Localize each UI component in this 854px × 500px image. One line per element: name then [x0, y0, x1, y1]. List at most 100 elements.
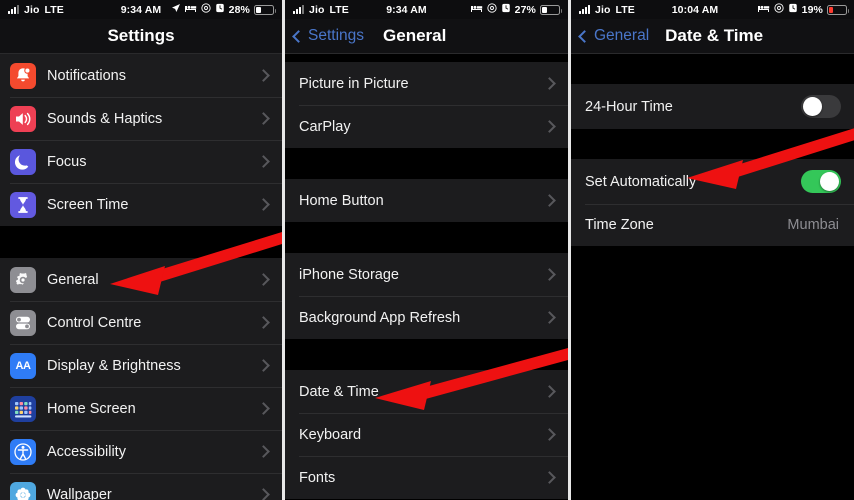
date-time-group-1: 24-Hour Time [571, 84, 854, 129]
general-group-1: Picture in Picture CarPlay [285, 62, 568, 148]
page-title: General [383, 26, 447, 45]
chevron-right-icon [257, 445, 270, 458]
status-bar: Jio LTE 10:04 AM 19% [571, 0, 854, 19]
list-item-label: Date & Time [299, 383, 379, 400]
location-arrow-icon [171, 3, 181, 16]
list-item-carplay[interactable]: CarPlay [285, 105, 568, 148]
sidebar-item-sounds-haptics[interactable]: Sounds & Haptics [0, 97, 282, 140]
sidebar-item-accessibility[interactable]: Accessibility [0, 430, 282, 473]
general-list: Picture in Picture CarPlay Home Button i… [285, 54, 568, 499]
sidebar-item-screen-time[interactable]: Screen Time [0, 183, 282, 226]
back-button[interactable]: Settings [285, 27, 364, 45]
sidebar-item-display-brightness[interactable]: AA Display & Brightness [0, 344, 282, 387]
list-item-fonts[interactable]: Fonts [285, 456, 568, 499]
sidebar-item-focus[interactable]: Focus [0, 140, 282, 183]
chevron-right-icon [543, 385, 556, 398]
sleep-bed-icon [184, 4, 197, 16]
signal-bars-icon [579, 5, 590, 14]
chevron-right-icon [257, 112, 270, 125]
sidebar-item-general[interactable]: General [0, 258, 282, 301]
chevron-right-icon [543, 428, 556, 441]
battery-percent-label: 27% [514, 3, 536, 16]
list-item-keyboard[interactable]: Keyboard [285, 413, 568, 456]
toggle-set-automatically[interactable] [801, 170, 841, 193]
list-item-picture-in-picture[interactable]: Picture in Picture [285, 62, 568, 105]
list-item-24-hour-time[interactable]: 24-Hour Time [571, 84, 854, 129]
accessibility-person-icon [10, 438, 36, 465]
sidebar-item-label: Control Centre [47, 314, 142, 331]
network-type-label: LTE [615, 3, 635, 16]
three-phone-screenshots: Jio LTE 9:34 AM 28% Settings Notificatio… [0, 0, 854, 500]
sidebar-item-label: Focus [47, 153, 87, 170]
back-button[interactable]: General [571, 27, 649, 45]
sidebar-item-label: General [47, 271, 99, 288]
list-item-home-button[interactable]: Home Button [285, 179, 568, 222]
alarm-clock-icon [215, 3, 225, 16]
group-separator [285, 339, 568, 370]
alarm-clock-icon [501, 3, 511, 16]
at-sign-icon [201, 3, 211, 16]
at-sign-icon [487, 3, 497, 16]
chevron-right-icon [543, 77, 556, 90]
list-item-set-automatically[interactable]: Set Automatically [571, 159, 854, 204]
chevron-right-icon [543, 311, 556, 324]
settings-list: Notifications Sounds & Haptics Focus Scr… [0, 54, 282, 500]
network-type-label: LTE [44, 3, 64, 16]
chevron-right-icon [543, 120, 556, 133]
sleep-bed-icon [757, 4, 770, 16]
status-bar-right: 27% [470, 3, 562, 16]
group-separator [285, 148, 568, 179]
back-button-label: General [594, 27, 650, 44]
general-gear-icon [10, 266, 36, 293]
status-bar-left: Jio LTE [579, 4, 635, 16]
carrier-label: Jio [24, 3, 40, 16]
at-sign-icon [774, 3, 784, 16]
sidebar-item-control-centre[interactable]: Control Centre [0, 301, 282, 344]
chevron-right-icon [257, 155, 270, 168]
status-bar-left: Jio LTE [8, 4, 64, 16]
chevron-left-icon [292, 29, 305, 43]
chevron-right-icon [257, 488, 270, 500]
speaker-volume-icon [10, 105, 36, 132]
settings-group-2: General Control Centre AA Display & Brig… [0, 258, 282, 500]
list-item-date-and-time[interactable]: Date & Time [285, 370, 568, 413]
list-item-label: Background App Refresh [299, 309, 461, 326]
list-item-label: 24-Hour Time [585, 98, 673, 115]
chevron-right-icon [543, 194, 556, 207]
date-time-group-2: Set Automatically Time Zone Mumbai [571, 159, 854, 246]
toggle-knob [819, 171, 840, 192]
chevron-right-icon [257, 69, 270, 82]
sidebar-item-label: Accessibility [47, 443, 126, 460]
sidebar-item-wallpaper[interactable]: Wallpaper [0, 473, 282, 500]
notifications-bell-icon [10, 62, 36, 89]
status-bar: Jio LTE 9:34 AM 27% [285, 0, 568, 19]
sidebar-item-notifications[interactable]: Notifications [0, 54, 282, 97]
status-bar-right: 28% [171, 3, 276, 16]
battery-percent-label: 19% [801, 3, 823, 16]
wallpaper-flower-icon [10, 481, 36, 500]
list-item-iphone-storage[interactable]: iPhone Storage [285, 253, 568, 296]
sidebar-item-label: Screen Time [47, 196, 129, 213]
list-item-label: Picture in Picture [299, 75, 409, 92]
phone-screen-date-and-time: Jio LTE 10:04 AM 19% General Date & Time… [571, 0, 854, 500]
list-top-gap [285, 54, 568, 62]
toggle-24-hour-time[interactable] [801, 95, 841, 118]
display-aa-icon: AA [10, 352, 36, 379]
nav-bar: General Date & Time [571, 19, 854, 54]
chevron-right-icon [257, 198, 270, 211]
chevron-right-icon [543, 471, 556, 484]
battery-icon [827, 4, 849, 15]
toggle-knob [802, 96, 823, 117]
group-separator [285, 222, 568, 253]
sidebar-item-home-screen[interactable]: Home Screen [0, 387, 282, 430]
list-item-label: Set Automatically [585, 173, 697, 190]
status-bar-right: 19% [757, 3, 849, 16]
sidebar-item-label: Home Screen [47, 400, 136, 417]
phone-screen-settings: Jio LTE 9:34 AM 28% Settings Notificatio… [0, 0, 282, 500]
phone-screen-general: Jio LTE 9:34 AM 27% Settings General Pic… [285, 0, 568, 500]
list-item-label: iPhone Storage [299, 266, 399, 283]
list-item-background-app-refresh[interactable]: Background App Refresh [285, 296, 568, 339]
battery-icon [254, 4, 276, 15]
page-title: Settings [107, 26, 175, 45]
signal-bars-icon [8, 5, 19, 14]
